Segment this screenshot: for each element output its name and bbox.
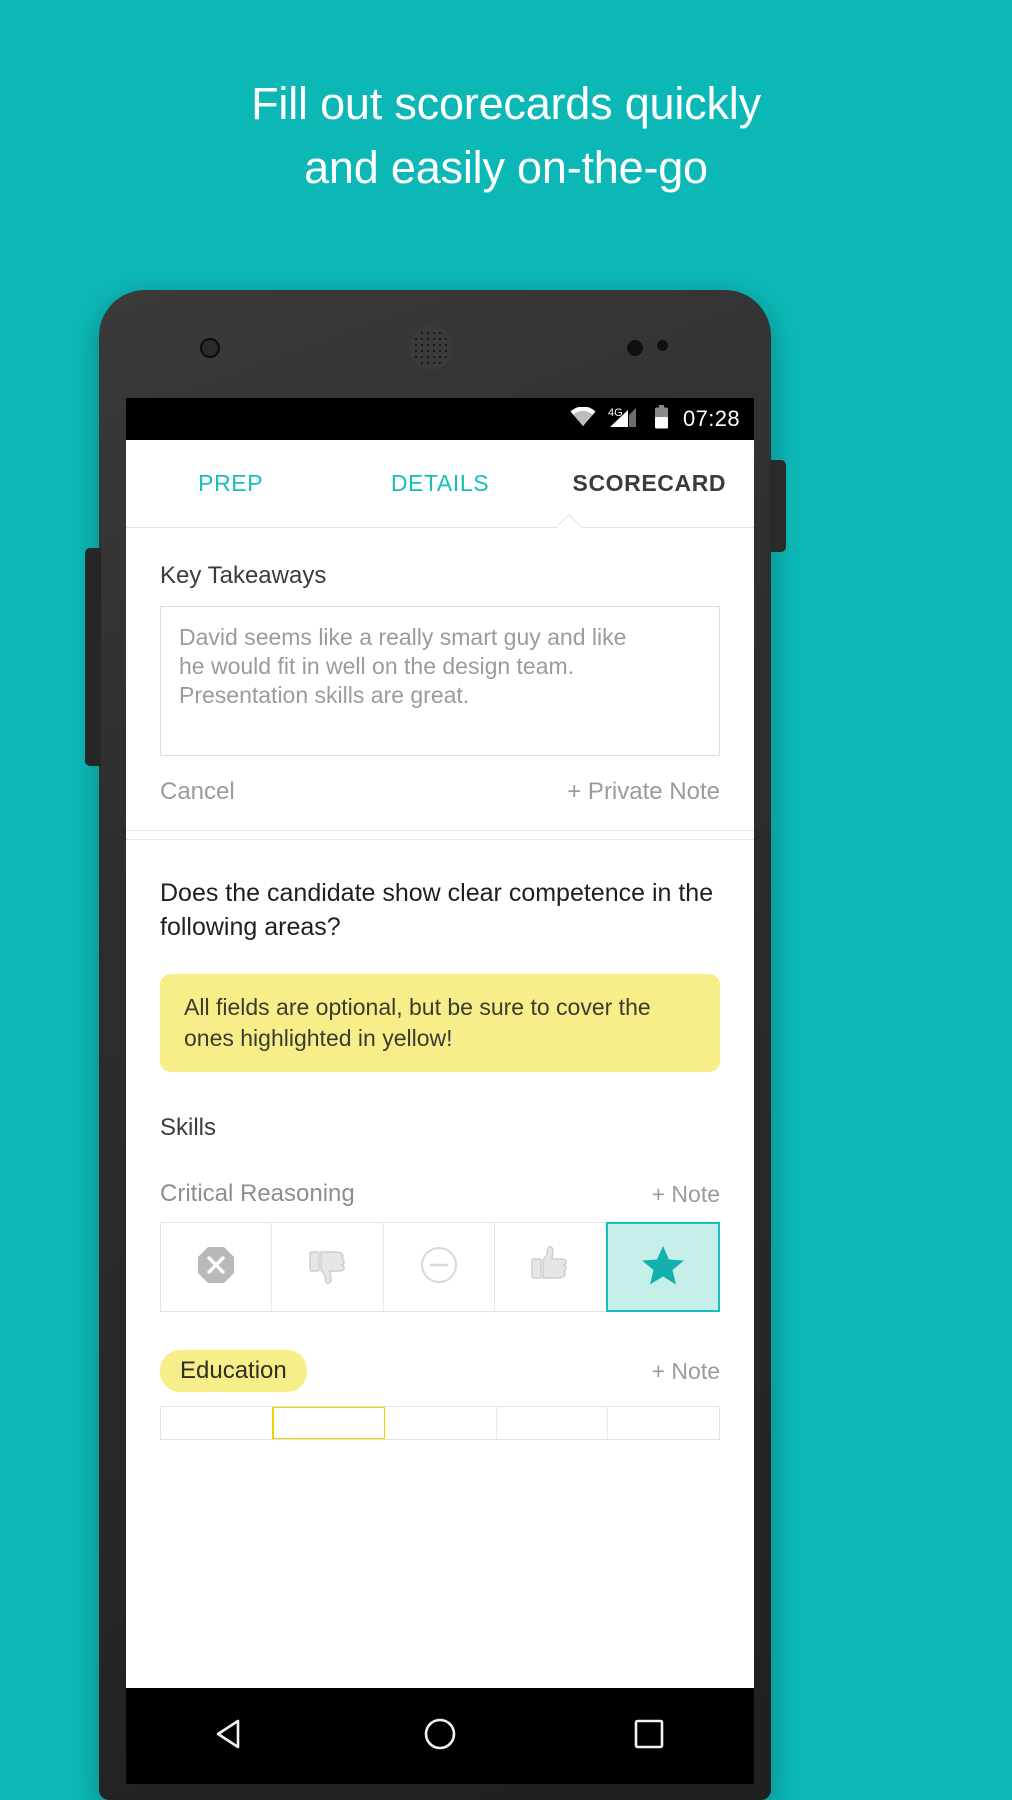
tab-details[interactable]: DETAILS — [335, 470, 544, 497]
rating-button-group-education — [160, 1406, 720, 1440]
thumbs-up-icon — [527, 1242, 573, 1293]
cancel-button[interactable]: Cancel — [160, 778, 235, 806]
headline-line-1: Fill out scorecards quickly — [251, 78, 761, 129]
tab-scorecard[interactable]: SCORECARD — [545, 470, 754, 497]
skill-row-education: Education + Note — [160, 1350, 720, 1440]
thumbs-down-icon — [305, 1242, 351, 1293]
key-takeaways-placeholder: David seems like a really smart guy and … — [179, 624, 627, 708]
recents-square-icon[interactable] — [629, 1714, 669, 1759]
back-triangle-icon[interactable] — [211, 1714, 251, 1759]
add-private-note-button[interactable]: + Private Note — [567, 778, 720, 806]
page-headline: Fill out scorecards quickly and easily o… — [0, 72, 1012, 200]
rating-option-strong-no[interactable] — [161, 1223, 273, 1311]
scorecard-content: Key Takeaways David seems like a really … — [126, 528, 754, 1440]
rating-option-strong-yes[interactable] — [608, 1407, 719, 1439]
add-note-button-critical-reasoning[interactable]: + Note — [652, 1181, 720, 1208]
rating-option-yes[interactable] — [496, 1407, 609, 1439]
skill-label-education: Education — [160, 1350, 307, 1392]
strong-no-icon — [194, 1243, 238, 1292]
skill-row-header: Education + Note — [160, 1350, 720, 1392]
android-navigation-bar — [126, 1688, 754, 1784]
battery-icon — [654, 404, 669, 434]
optional-fields-hint: All fields are optional, but be sure to … — [160, 974, 720, 1072]
tab-bar: PREP DETAILS SCORECARD — [126, 440, 754, 528]
add-note-button-education[interactable]: + Note — [652, 1358, 720, 1385]
rating-option-strong-no[interactable] — [161, 1407, 273, 1439]
phone-side-button-right — [769, 460, 786, 552]
rating-option-strong-yes[interactable] — [605, 1222, 721, 1312]
rating-option-neutral[interactable] — [385, 1407, 497, 1439]
rating-option-no[interactable] — [271, 1407, 387, 1439]
section-divider — [126, 830, 754, 840]
rating-option-yes[interactable] — [495, 1223, 607, 1311]
front-camera-icon — [200, 338, 220, 358]
tab-prep[interactable]: PREP — [126, 470, 335, 497]
phone-screen: 4G 07:28 PREP DETAILS SCORECARD Key Take… — [126, 398, 754, 1688]
active-tab-caret-icon — [556, 514, 582, 528]
neutral-icon — [417, 1243, 461, 1292]
earpiece-speaker-icon — [409, 326, 453, 370]
key-takeaways-section: Key Takeaways David seems like a really … — [126, 528, 754, 830]
key-takeaways-input[interactable]: David seems like a really smart guy and … — [160, 606, 720, 756]
key-takeaways-label: Key Takeaways — [160, 562, 327, 589]
headline-line-2: and easily on-the-go — [304, 142, 708, 193]
wifi-icon — [570, 405, 596, 432]
rating-option-no[interactable] — [272, 1223, 384, 1311]
skills-heading: Skills — [160, 1114, 217, 1141]
phone-side-button-left — [85, 548, 101, 766]
home-circle-icon[interactable] — [420, 1714, 460, 1759]
rating-option-neutral[interactable] — [383, 1223, 496, 1311]
light-sensor-icon — [657, 340, 668, 351]
status-bar: 4G 07:28 — [126, 398, 754, 440]
skill-row-critical-reasoning: Critical Reasoning + Note — [160, 1180, 721, 1312]
skill-label-critical-reasoning: Critical Reasoning — [160, 1180, 355, 1207]
rating-button-group-critical-reasoning — [160, 1222, 721, 1312]
competence-section: Does the candidate show clear competence… — [126, 840, 754, 1440]
skill-row-header: Critical Reasoning + Note — [160, 1180, 720, 1208]
key-takeaways-actions: Cancel + Private Note — [160, 756, 720, 810]
proximity-sensor-icon — [627, 340, 643, 356]
phone-mockup: 4G 07:28 PREP DETAILS SCORECARD Key Take… — [85, 290, 786, 1800]
competence-question: Does the candidate show clear competence… — [160, 879, 714, 941]
star-icon — [640, 1242, 686, 1293]
signal-icon: 4G — [608, 406, 642, 433]
status-bar-clock: 07:28 — [682, 406, 740, 431]
